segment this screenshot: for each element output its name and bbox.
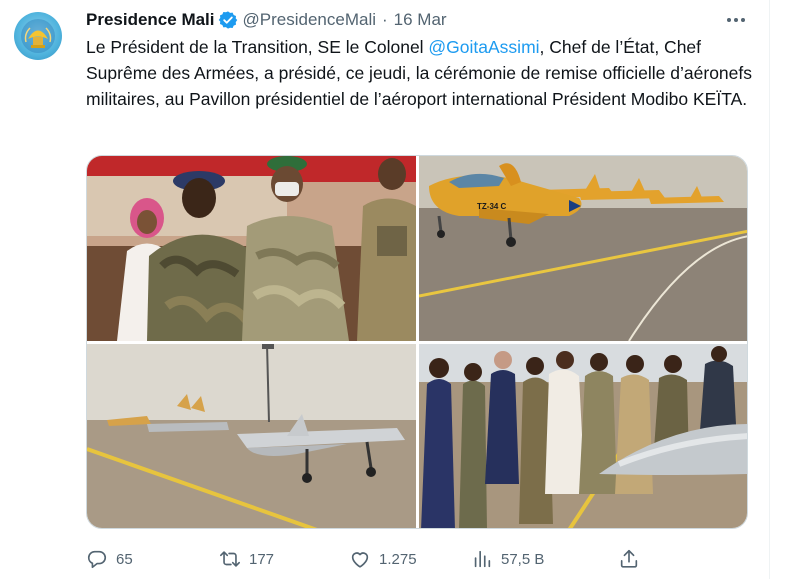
more-options-icon[interactable] bbox=[722, 8, 750, 32]
reply-button[interactable]: 65 bbox=[86, 541, 133, 577]
reply-icon bbox=[87, 550, 107, 569]
user-handle[interactable]: @PresidenceMali bbox=[243, 10, 376, 30]
share-icon bbox=[620, 549, 638, 568]
photo-ceremony-handshake[interactable] bbox=[87, 156, 416, 341]
tweet-actions: 65 177 1.275 57,5 B bbox=[86, 541, 646, 577]
avatar[interactable] bbox=[14, 12, 62, 60]
tweet-text: Le Président de la Transition, SE le Col… bbox=[86, 34, 756, 112]
reply-count: 65 bbox=[116, 550, 133, 568]
tweet-card[interactable]: Presidence Mali @PresidenceMali · 16 Mar… bbox=[0, 0, 770, 579]
photo-officials-inspection[interactable] bbox=[419, 344, 747, 528]
tweet-header: Presidence Mali @PresidenceMali · 16 Mar bbox=[86, 8, 447, 32]
photo-drones-runway[interactable] bbox=[87, 344, 416, 528]
views-count: 57,5 B bbox=[501, 550, 545, 568]
aircraft-registration: TZ-34 C bbox=[477, 202, 507, 211]
retweet-button[interactable]: 177 bbox=[219, 541, 274, 577]
heart-icon bbox=[351, 552, 369, 568]
photo-yellow-jets[interactable]: TZ-34 C bbox=[419, 156, 747, 341]
separator-dot: · bbox=[382, 10, 388, 29]
retweet-icon bbox=[220, 551, 240, 567]
views-button[interactable]: 57,5 B bbox=[471, 541, 544, 577]
like-button[interactable]: 1.275 bbox=[349, 541, 417, 577]
mention-link[interactable]: @GoitaAssimi bbox=[428, 37, 539, 57]
tweet-date[interactable]: 16 Mar bbox=[394, 10, 447, 30]
presidency-seal-icon bbox=[21, 19, 55, 53]
tweet-text-start: Le Président de la Transition, SE le Col… bbox=[86, 37, 429, 57]
share-button[interactable] bbox=[618, 541, 648, 577]
display-name[interactable]: Presidence Mali bbox=[86, 10, 215, 30]
like-count: 1.275 bbox=[379, 550, 417, 568]
verified-badge-icon[interactable] bbox=[218, 10, 238, 30]
retweet-count: 177 bbox=[249, 550, 275, 568]
views-chart-icon bbox=[474, 550, 491, 568]
media-grid: TZ-34 C bbox=[86, 155, 748, 529]
